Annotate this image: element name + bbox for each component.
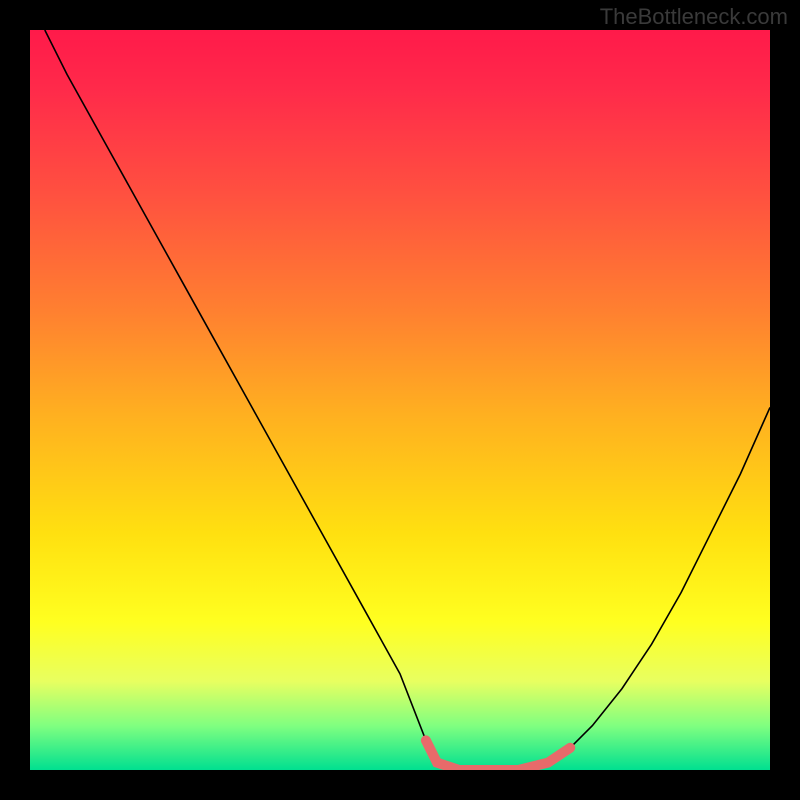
highlight-segment — [30, 30, 770, 770]
watermark-text: TheBottleneck.com — [600, 4, 788, 30]
chart-plot-area — [30, 30, 770, 770]
